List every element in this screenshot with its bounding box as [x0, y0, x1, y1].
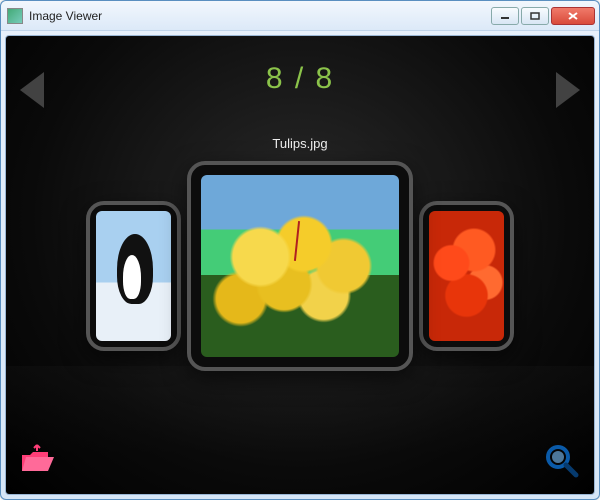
- left-thumbnail: [96, 211, 171, 341]
- window-title: Image Viewer: [29, 9, 491, 23]
- app-window: Image Viewer 8 / 8 Tulips.jpg Penguins.j…: [0, 0, 600, 500]
- open-folder-button[interactable]: [20, 443, 58, 484]
- carousel-card-center[interactable]: [187, 161, 413, 371]
- titlebar: Image Viewer: [1, 1, 599, 31]
- right-thumbnail: [429, 211, 504, 341]
- open-folder-icon: [20, 443, 58, 475]
- carousel-card-right[interactable]: Chrysanthemum.jpg: [419, 201, 514, 351]
- current-filename: Tulips.jpg: [6, 136, 594, 151]
- center-thumbnail: [201, 175, 399, 357]
- window-controls: [491, 7, 595, 25]
- zoom-button[interactable]: [544, 443, 580, 484]
- close-icon: [567, 11, 579, 21]
- viewer-area: 8 / 8 Tulips.jpg Penguins.jpg Chrysanthe…: [5, 35, 595, 495]
- maximize-icon: [530, 12, 540, 20]
- minimize-icon: [500, 12, 510, 20]
- maximize-button[interactable]: [521, 7, 549, 25]
- carousel-stage: Tulips.jpg Penguins.jpg Chrysanthemum.jp…: [6, 136, 594, 416]
- toolbar: [6, 443, 594, 484]
- close-button[interactable]: [551, 7, 595, 25]
- carousel: Penguins.jpg Chrysanthemum.jpg: [6, 161, 594, 391]
- app-icon: [7, 8, 23, 24]
- carousel-card-left[interactable]: Penguins.jpg: [86, 201, 181, 351]
- magnifier-icon: [544, 443, 580, 479]
- image-counter: 8 / 8: [6, 62, 594, 96]
- minimize-button[interactable]: [491, 7, 519, 25]
